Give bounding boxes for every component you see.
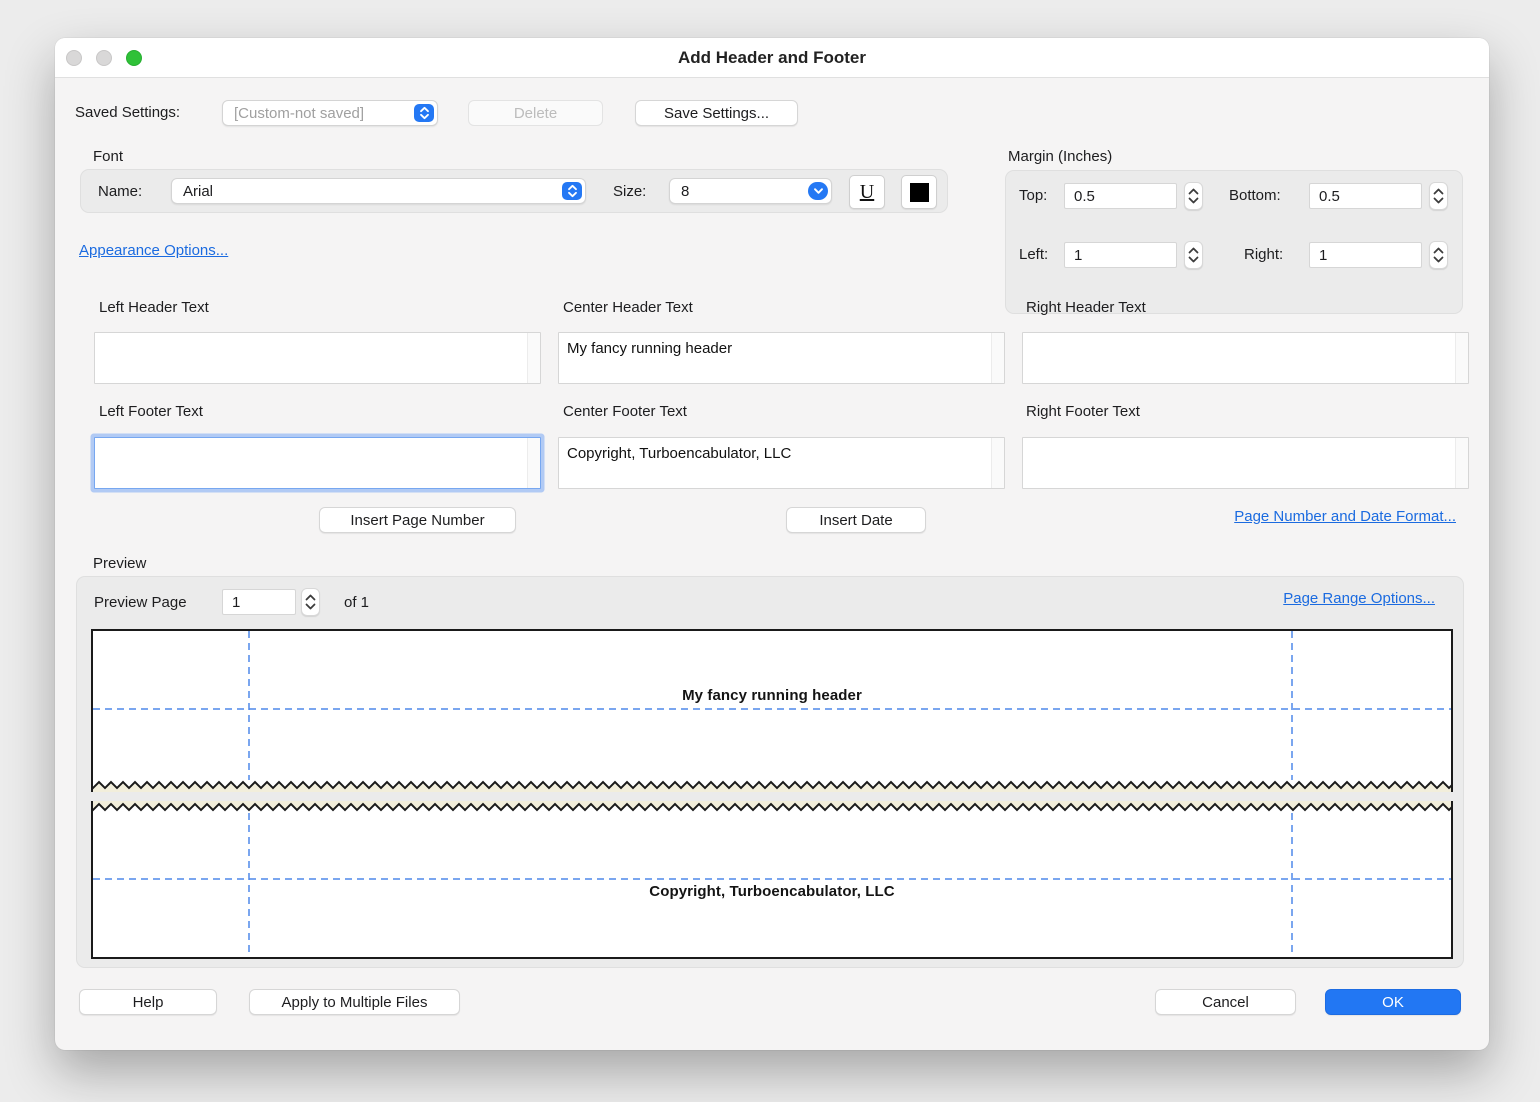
preview-page-total: of 1 (344, 593, 369, 613)
margin-guides (93, 631, 1451, 780)
margin-left-label: Left: (1019, 245, 1048, 265)
save-settings-button[interactable]: Save Settings... (635, 100, 798, 126)
font-size-value: 8 (681, 183, 689, 200)
scrollbar-track (1455, 438, 1468, 488)
stepper-down-icon (305, 603, 316, 610)
saved-settings-popup[interactable]: [Custom-not saved] (222, 100, 438, 126)
stepper-up-icon (1433, 188, 1444, 195)
right-footer-field (1022, 437, 1469, 489)
stepper-up-icon (1188, 188, 1199, 195)
close-button[interactable] (66, 50, 82, 66)
chevron-up-down-icon (414, 104, 434, 122)
preview-page-label: Preview Page (94, 593, 187, 613)
margin-bottom-stepper[interactable] (1429, 182, 1448, 210)
preview-group-label: Preview (93, 554, 146, 574)
margin-top-stepper[interactable] (1184, 182, 1203, 210)
chevron-up-down-icon (562, 182, 582, 200)
stepper-up-icon (305, 594, 316, 601)
saved-settings-label: Saved Settings: (75, 103, 180, 123)
margin-top-label: Top: (1019, 186, 1047, 206)
margin-bottom-input[interactable] (1309, 183, 1422, 209)
add-header-footer-dialog: Add Header and Footer Saved Settings: [C… (55, 38, 1489, 1050)
insert-date-button[interactable]: Insert Date (786, 507, 926, 533)
center-footer-textarea[interactable]: Copyright, Turboencabulator, LLC (559, 438, 991, 488)
right-header-label: Right Header Text (1026, 298, 1146, 318)
font-name-value: Arial (183, 183, 213, 200)
margin-right-label: Right: (1244, 245, 1283, 265)
stepper-down-icon (1188, 197, 1199, 204)
margin-left-input[interactable] (1064, 242, 1177, 268)
center-footer-label: Center Footer Text (563, 402, 687, 422)
font-color-button[interactable] (901, 175, 937, 209)
margin-group: Top: Bottom: Left: Right: (1005, 170, 1463, 314)
left-footer-field (94, 437, 541, 489)
left-header-textarea[interactable] (95, 333, 527, 383)
font-size-label: Size: (613, 182, 646, 202)
center-header-label: Center Header Text (563, 298, 693, 318)
dialog-title: Add Header and Footer (678, 48, 866, 68)
center-footer-field: Copyright, Turboencabulator, LLC (558, 437, 1005, 489)
margin-right-stepper[interactable] (1429, 241, 1448, 269)
preview-header-text: My fancy running header (93, 687, 1451, 704)
left-footer-textarea[interactable] (95, 438, 527, 488)
preview-group: Preview Page of 1 Page Range Options... … (76, 576, 1464, 968)
scrollbar-track (991, 438, 1004, 488)
traffic-lights (66, 50, 142, 66)
zoom-button[interactable] (126, 50, 142, 66)
insert-page-number-button[interactable]: Insert Page Number (319, 507, 516, 533)
scrollbar-track (991, 333, 1004, 383)
color-swatch-icon (910, 183, 929, 202)
font-size-combo[interactable]: 8 (669, 178, 832, 204)
underline-icon: U (860, 181, 874, 204)
font-name-popup[interactable]: Arial (171, 178, 586, 204)
preview-page-stepper[interactable] (301, 588, 320, 616)
torn-edge (93, 801, 1451, 813)
page-number-date-format-link[interactable]: Page Number and Date Format... (1234, 508, 1456, 525)
font-group: Name: Arial Size: 8 U (80, 169, 948, 213)
torn-edge (93, 780, 1451, 792)
minimize-button[interactable] (96, 50, 112, 66)
appearance-options-link[interactable]: Appearance Options... (79, 242, 228, 259)
scrollbar-track (527, 438, 540, 488)
left-footer-label: Left Footer Text (99, 402, 203, 422)
right-header-textarea[interactable] (1023, 333, 1455, 383)
font-group-label: Font (93, 147, 123, 167)
scrollbar-track (1455, 333, 1468, 383)
apply-to-multiple-files-button[interactable]: Apply to Multiple Files (249, 989, 460, 1015)
underline-button[interactable]: U (849, 175, 885, 209)
center-header-textarea[interactable]: My fancy running header (559, 333, 991, 383)
right-header-field (1022, 332, 1469, 384)
stepper-down-icon (1433, 197, 1444, 204)
chevron-down-icon (808, 182, 828, 200)
cancel-button[interactable]: Cancel (1155, 989, 1296, 1015)
margin-bottom-label: Bottom: (1229, 186, 1281, 206)
stepper-up-icon (1188, 247, 1199, 254)
margin-group-label: Margin (Inches) (1008, 147, 1112, 167)
stepper-down-icon (1188, 256, 1199, 263)
scrollbar-track (527, 333, 540, 383)
right-footer-textarea[interactable] (1023, 438, 1455, 488)
stepper-up-icon (1433, 247, 1444, 254)
saved-settings-value: [Custom-not saved] (234, 105, 364, 122)
left-header-field (94, 332, 541, 384)
stepper-down-icon (1433, 256, 1444, 263)
preview-page-input[interactable] (222, 589, 296, 615)
preview-page-bottom-half: Copyright, Turboencabulator, LLC (91, 801, 1453, 959)
center-header-field: My fancy running header (558, 332, 1005, 384)
preview-page-top-half: My fancy running header (91, 629, 1453, 792)
margin-right-input[interactable] (1309, 242, 1422, 268)
page-range-options-link[interactable]: Page Range Options... (1283, 590, 1435, 607)
preview-footer-text: Copyright, Turboencabulator, LLC (93, 883, 1451, 900)
delete-button[interactable]: Delete (468, 100, 603, 126)
margin-left-stepper[interactable] (1184, 241, 1203, 269)
left-header-label: Left Header Text (99, 298, 209, 318)
right-footer-label: Right Footer Text (1026, 402, 1140, 422)
titlebar: Add Header and Footer (55, 38, 1489, 78)
ok-button[interactable]: OK (1325, 989, 1461, 1015)
help-button[interactable]: Help (79, 989, 217, 1015)
font-name-label: Name: (98, 182, 142, 202)
margin-top-input[interactable] (1064, 183, 1177, 209)
